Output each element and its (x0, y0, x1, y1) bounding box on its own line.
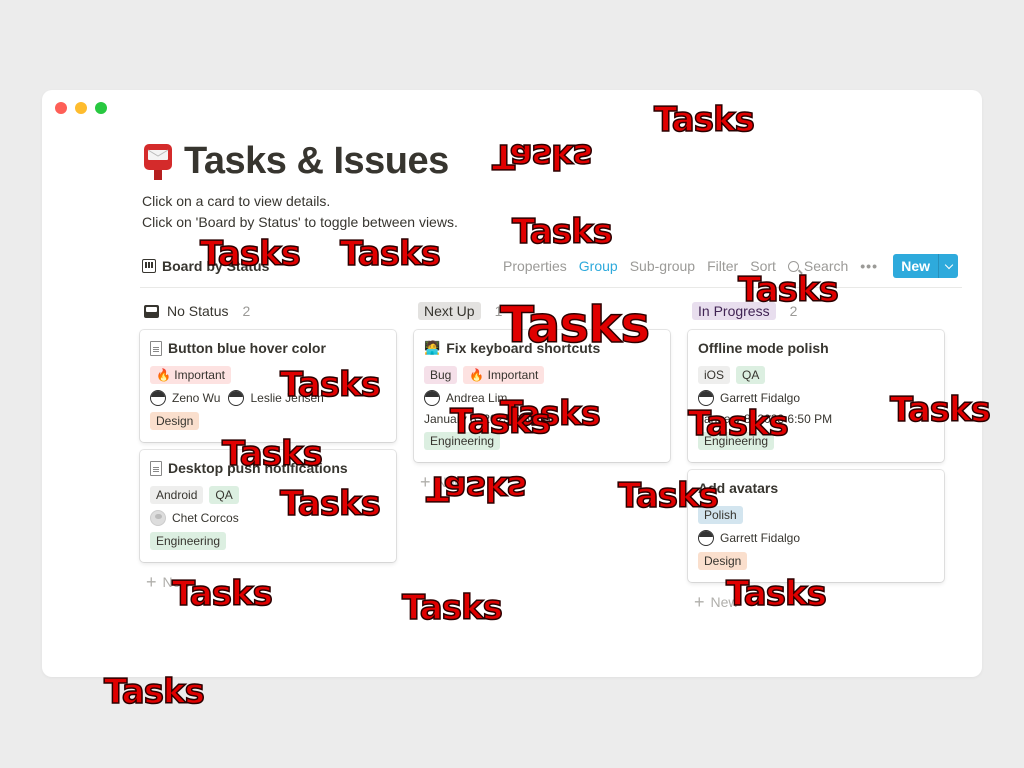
platform-tag: iOS (698, 366, 731, 384)
assignee-name: Garrett Fidalgo (720, 391, 801, 405)
chevron-down-icon (944, 260, 953, 269)
overlay-text: Tasks (221, 433, 323, 475)
plus-icon: + (694, 592, 705, 612)
new-dropdown-button[interactable] (938, 254, 958, 278)
overlay-text: Tasks (279, 364, 381, 406)
team-tag: Engineering (150, 532, 227, 550)
close-window-button[interactable] (55, 102, 67, 114)
overlay-text: Tasks (889, 389, 991, 431)
subgroup-button[interactable]: Sub-group (630, 258, 695, 274)
team-tag: Design (150, 412, 200, 430)
properties-button[interactable]: Properties (503, 258, 567, 274)
priority-tag: 🔥 Important (463, 366, 545, 384)
platform-tag: Android (150, 486, 204, 504)
document-icon (150, 460, 162, 476)
new-button[interactable]: New (893, 254, 938, 278)
type-tag: Bug (424, 366, 458, 384)
assignee: Chet Corcos (150, 510, 239, 526)
column-title: No Status (167, 303, 229, 319)
avatar-icon (698, 530, 714, 546)
assignee-name: Garrett Fidalgo (720, 531, 801, 545)
document-icon (150, 340, 162, 356)
page-description: Click on a card to view details. Click o… (142, 191, 458, 233)
page-title: Tasks & Issues (184, 140, 449, 182)
overlay-text: Tasks (339, 233, 441, 275)
assignee: Garrett Fidalgo (698, 530, 800, 546)
overlay-text: Tasks (171, 573, 273, 615)
overlay-text: Tasks (499, 295, 651, 355)
board-card[interactable]: Add avatars Polish Garrett Fidalgo Desig… (688, 470, 944, 582)
type-tag: QA (736, 366, 766, 384)
overlay-text: Tasks (199, 233, 301, 275)
overlay-text: Tasks (491, 135, 592, 177)
priority-tag: 🔥 Important (150, 366, 231, 384)
technologist-icon: 🧑‍💻 (424, 340, 441, 355)
overlay-text: Tasks (737, 269, 839, 311)
overlay-text: Tasks (425, 467, 526, 509)
column-title: Next Up (418, 302, 481, 320)
overlay-text: Tasks (449, 401, 551, 443)
group-button[interactable]: Group (579, 258, 618, 274)
plus-icon: + (146, 572, 157, 592)
description-line: Click on a card to view details. (142, 193, 331, 209)
filter-button[interactable]: Filter (707, 258, 738, 274)
minimize-window-button[interactable] (75, 102, 87, 114)
window-controls (55, 102, 107, 114)
card-title: Button blue hover color (168, 340, 326, 356)
inbox-icon (144, 304, 159, 318)
avatar-icon (150, 510, 166, 526)
description-line: Click on 'Board by Status' to toggle bet… (142, 214, 458, 230)
overlay-text: Tasks (725, 573, 827, 615)
new-button-group: New (893, 254, 958, 278)
overlay-text: Tasks (401, 587, 503, 629)
assignee-name: Zeno Wu (172, 391, 221, 405)
overlay-text: Tasks (279, 483, 381, 525)
zoom-window-button[interactable] (95, 102, 107, 114)
assignee: Zeno Wu (150, 390, 220, 406)
overlay-text: Tasks (511, 211, 613, 253)
assignee-name: Chet Corcos (172, 511, 239, 525)
card-title: Offline mode polish (698, 340, 829, 356)
column-header[interactable]: No Status 2 (140, 300, 396, 322)
team-tag: Design (698, 552, 748, 570)
overlay-text: Tasks (653, 99, 755, 141)
overlay-text: Tasks (617, 475, 719, 517)
board-column-in-progress: In Progress 2 Offline mode polish iOS QA… (688, 300, 944, 612)
avatar-icon (150, 390, 166, 406)
avatar-icon (228, 390, 245, 406)
type-tag: QA (209, 486, 239, 504)
overlay-text: Tasks (687, 403, 789, 445)
board-view-icon (142, 259, 156, 273)
column-count: 2 (242, 303, 251, 319)
more-options-button[interactable]: ••• (860, 258, 878, 274)
avatar-icon (424, 390, 440, 406)
postbox-icon (144, 144, 172, 180)
overlay-text: Tasks (103, 671, 205, 713)
